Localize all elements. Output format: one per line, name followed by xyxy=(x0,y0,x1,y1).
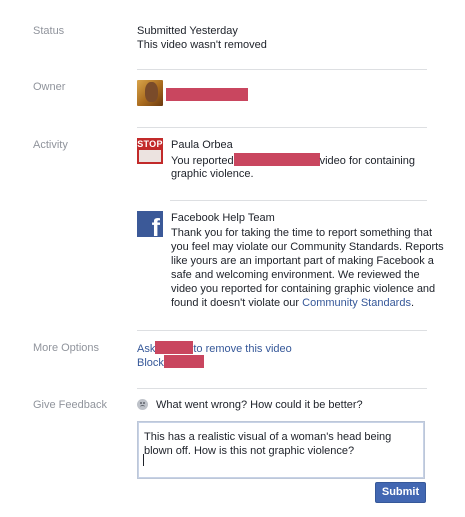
response-line-4: safe and welcoming environment. We revie… xyxy=(171,269,420,281)
facebook-logo-icon: f xyxy=(137,211,163,237)
ask-suffix[interactable]: to remove this video xyxy=(193,343,291,355)
status-result-text: This video wasn't removed xyxy=(137,39,267,51)
report-line-2: graphic violence. xyxy=(171,168,254,180)
response-line-6-prefix: found it doesn't violate our xyxy=(171,297,303,309)
response-line-2: you feel may violate our Community Stand… xyxy=(171,241,444,253)
more-options-label: More Options xyxy=(33,342,100,354)
divider-more-options xyxy=(137,388,427,389)
divider-status xyxy=(137,69,427,70)
stop-sign-avatar[interactable]: STOP xyxy=(137,138,163,164)
sad-face-icon xyxy=(137,399,148,410)
block-link[interactable]: Block xyxy=(137,355,204,370)
status-submitted-text: Submitted Yesterday xyxy=(137,25,238,37)
reported-owner-redacted xyxy=(233,153,320,166)
response-line-1: Thank you for taking the time to report … xyxy=(171,227,433,239)
report-line-1-suffix: video for containing xyxy=(319,155,415,167)
help-team-link[interactable]: Facebook Help Team xyxy=(171,211,275,225)
owner-label: Owner xyxy=(33,81,66,93)
divider-activity-inner xyxy=(170,200,427,201)
report-line-1-prefix: You reported xyxy=(171,155,234,167)
ask-prefix[interactable]: Ask xyxy=(137,343,155,355)
stop-avatar-text: STOP xyxy=(137,139,163,149)
submit-button[interactable]: Submit xyxy=(375,482,426,503)
ask-to-remove-link[interactable]: Ask to remove this video xyxy=(137,341,292,356)
text-caret xyxy=(143,454,144,466)
owner-avatar[interactable] xyxy=(137,80,163,106)
response-line-6-suffix: . xyxy=(410,297,415,309)
owner-name-redacted xyxy=(166,88,248,101)
status-label: Status xyxy=(33,25,65,37)
response-line-5: video you reported for containing graphi… xyxy=(171,283,436,295)
response-line-3: like yours are an important part of maki… xyxy=(171,255,434,267)
response-line-6: found it doesn't violate our Community S… xyxy=(171,296,414,310)
report-line-1: You reported video for containing xyxy=(171,153,415,168)
community-standards-link[interactable]: Community Standards xyxy=(302,297,411,309)
divider-activity xyxy=(137,330,427,331)
report-author-link[interactable]: Paula Orbea xyxy=(171,138,233,152)
feedback-prompt: What went wrong? How could it be better? xyxy=(156,399,363,411)
give-feedback-label: Give Feedback xyxy=(33,399,107,411)
block-prefix[interactable]: Block xyxy=(137,357,164,369)
divider-owner xyxy=(137,127,427,128)
ask-owner-redacted xyxy=(155,341,194,354)
activity-label: Activity xyxy=(33,139,68,151)
feedback-textarea[interactable]: This has a realistic visual of a woman's… xyxy=(137,421,425,479)
block-owner-redacted xyxy=(163,355,204,368)
